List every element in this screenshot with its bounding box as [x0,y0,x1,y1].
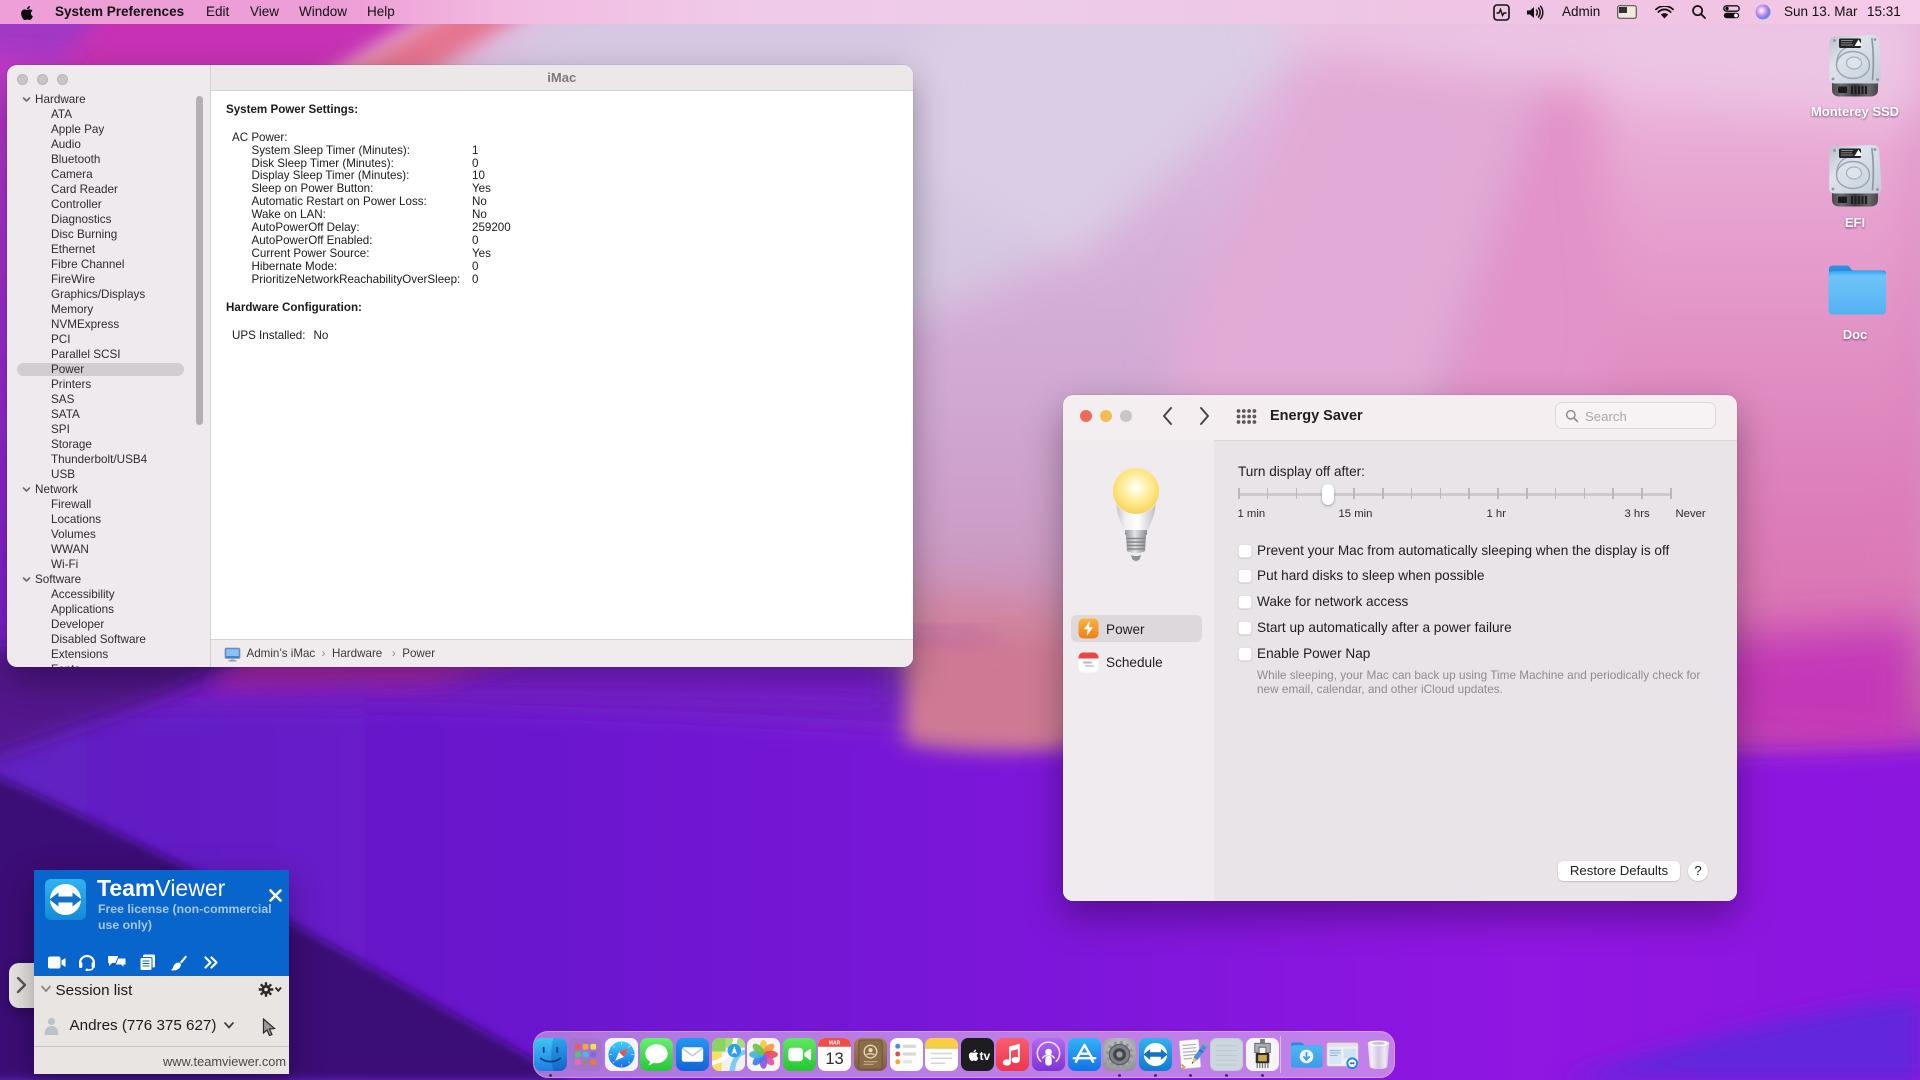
svg-text:MAR: MAR [829,1040,841,1046]
svg-text:13: 13 [826,1050,844,1068]
svg-text:tv: tv [979,1048,990,1062]
